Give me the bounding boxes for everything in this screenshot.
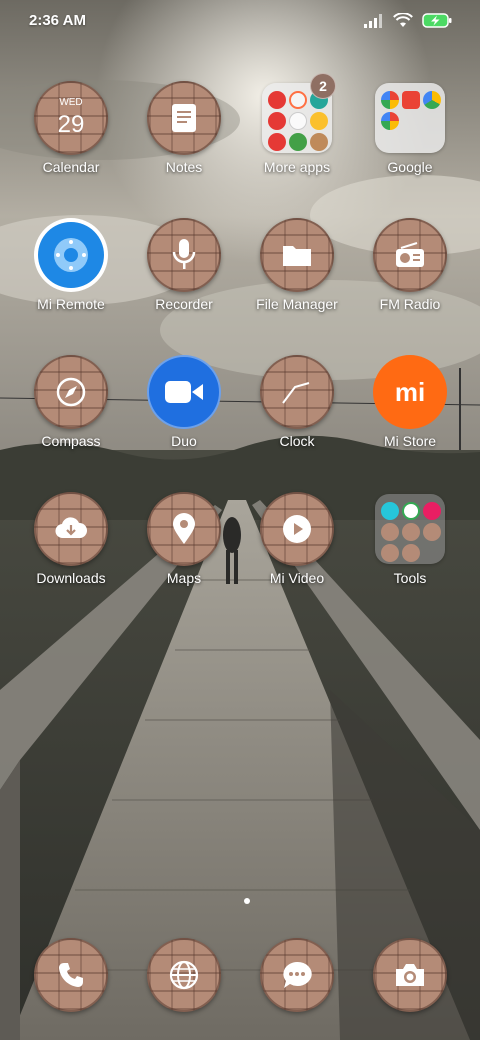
camera-icon [373, 938, 447, 1012]
photos-icon [381, 112, 399, 130]
gmail-icon [402, 91, 420, 109]
status-bar: 2:36 AM [0, 0, 480, 44]
app-label: Calendar [42, 159, 100, 175]
app-icon [289, 112, 307, 130]
microphone-icon [147, 218, 221, 292]
app-label: Notes [165, 159, 203, 175]
dock-browser[interactable] [147, 938, 221, 1012]
signal-icon [364, 13, 382, 28]
app-icon [289, 91, 307, 109]
app-icon [423, 502, 441, 520]
app-label: FM Radio [379, 296, 441, 312]
calendar-day: WED [59, 97, 83, 108]
app-recorder[interactable]: Recorder [128, 218, 240, 342]
dock-camera[interactable] [373, 938, 447, 1012]
wps-icon [268, 91, 286, 109]
page-dot-active [244, 898, 250, 904]
app-maps[interactable]: Maps [128, 492, 240, 616]
app-icon [402, 502, 420, 520]
calendar-icon: WED 29 [34, 81, 108, 155]
phone-icon [34, 938, 108, 1012]
app-label: Mi Store [383, 433, 437, 449]
app-label: Tools [393, 570, 427, 586]
app-icon [268, 112, 286, 130]
app-icon [310, 133, 328, 151]
clock-icon [260, 355, 334, 429]
status-time: 2:36 AM [29, 12, 86, 29]
app-label: Recorder [155, 296, 213, 312]
app-mi-remote[interactable]: Mi Remote [15, 218, 127, 342]
drive-icon [423, 91, 441, 109]
folder-tools[interactable]: Tools [354, 492, 466, 616]
app-file-manager[interactable]: File Manager [241, 218, 353, 342]
remote-icon [34, 218, 108, 292]
folder-icon [375, 494, 445, 564]
app-mi-store[interactable]: mi Mi Store [354, 355, 466, 479]
app-mi-video[interactable]: Mi Video [241, 492, 353, 616]
folder-google[interactable]: Google [354, 81, 466, 205]
app-icon [423, 523, 441, 541]
video-camera-icon [147, 355, 221, 429]
app-label: Mi Remote [37, 296, 105, 312]
app-duo[interactable]: Duo [128, 355, 240, 479]
app-label: Compass [41, 433, 101, 449]
radio-icon [373, 218, 447, 292]
app-label: More apps [263, 159, 331, 175]
play-icon [260, 492, 334, 566]
app-fm-radio[interactable]: FM Radio [354, 218, 466, 342]
app-downloads[interactable]: Downloads [15, 492, 127, 616]
calendar-date: 29 [57, 111, 85, 138]
app-icon [402, 544, 420, 562]
app-label: Google [387, 159, 433, 175]
app-icon [289, 133, 307, 151]
app-icon [310, 112, 328, 130]
dock-phone[interactable] [34, 938, 108, 1012]
app-label: Maps [166, 570, 202, 586]
app-label: Mi Video [269, 570, 325, 586]
app-notes[interactable]: Notes [128, 81, 240, 205]
app-compass[interactable]: Compass [15, 355, 127, 479]
folder-icon [375, 83, 445, 153]
app-icon [381, 523, 399, 541]
app-icon [268, 133, 286, 151]
wifi-icon [393, 13, 413, 27]
app-calendar[interactable]: WED 29 Calendar [15, 81, 127, 205]
battery-charging-icon [422, 13, 452, 28]
mi-logo-icon: mi [373, 355, 447, 429]
app-label: File Manager [256, 296, 338, 312]
globe-icon [147, 938, 221, 1012]
folder-more-apps[interactable]: 2 More apps [241, 73, 353, 205]
status-icons [364, 13, 452, 28]
compass-icon [34, 355, 108, 429]
mi-logo-text: mi [394, 376, 426, 407]
folder-file-icon [260, 218, 334, 292]
cloud-download-icon [34, 492, 108, 566]
map-pin-icon [147, 492, 221, 566]
chat-icon [260, 938, 334, 1012]
page-indicator [0, 896, 480, 906]
app-label: Clock [279, 433, 315, 449]
app-icon [381, 502, 399, 520]
app-label: Duo [171, 433, 197, 449]
google-icon [381, 91, 399, 109]
app-clock[interactable]: Clock [241, 355, 353, 479]
notes-icon [147, 81, 221, 155]
app-icon [402, 523, 420, 541]
app-icon [381, 544, 399, 562]
app-label: Downloads [36, 570, 106, 586]
notification-badge: 2 [310, 73, 336, 99]
dock-messages[interactable] [260, 938, 334, 1012]
